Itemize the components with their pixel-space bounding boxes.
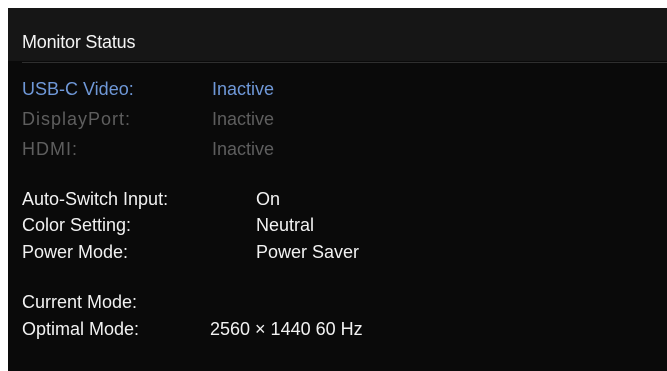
monitor-status-panel: Monitor Status USB-C Video: Inactive Dis… — [8, 8, 667, 371]
current-mode-label: Current Mode: — [22, 292, 138, 312]
panel-title: Monitor Status — [22, 32, 136, 52]
input-hdmi-value: Inactive — [212, 139, 275, 159]
power-mode-label: Power Mode: — [22, 242, 129, 262]
input-displayport-value: Inactive — [212, 109, 275, 129]
header-divider — [22, 62, 667, 63]
optimal-mode-label: Optimal Mode: — [22, 319, 140, 339]
auto-switch-value: On — [256, 189, 281, 209]
input-displayport-label: DisplayPort: — [22, 109, 132, 129]
power-mode-value: Power Saver — [256, 242, 360, 262]
panel-header: Monitor Status — [8, 8, 667, 61]
color-setting-value: Neutral — [256, 215, 315, 235]
input-hdmi-label: HDMI: — [22, 139, 78, 159]
color-setting-label: Color Setting: — [22, 215, 132, 235]
input-usbc-value: Inactive — [212, 79, 275, 99]
input-usbc-label: USB-C Video: — [22, 79, 134, 99]
optimal-mode-value: 2560 × 1440 60 Hz — [210, 319, 363, 339]
auto-switch-label: Auto-Switch Input: — [22, 189, 169, 209]
